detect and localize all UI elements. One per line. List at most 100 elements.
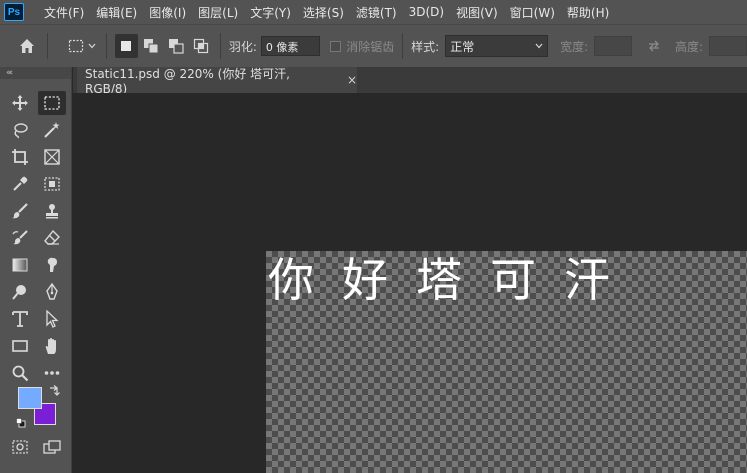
- close-icon[interactable]: ×: [347, 73, 357, 87]
- magic-wand-tool[interactable]: [38, 118, 66, 142]
- brush-icon: [12, 203, 28, 219]
- quick-mask-button[interactable]: [6, 435, 34, 459]
- document-canvas[interactable]: 你好塔可汗: [266, 251, 747, 473]
- lasso-icon: [14, 123, 28, 139]
- foreground-color-swatch[interactable]: [18, 387, 42, 409]
- eyedropper-tool[interactable]: [6, 172, 34, 196]
- text-layer-content[interactable]: 你好塔可汗: [268, 251, 638, 309]
- crop-tool[interactable]: [6, 145, 34, 169]
- dodge-icon: [12, 285, 26, 300]
- object-selection-tool[interactable]: [38, 172, 66, 196]
- clone-stamp-tool[interactable]: [38, 199, 66, 223]
- menu-3d[interactable]: 3D(D): [409, 5, 444, 19]
- antialias-option[interactable]: 消除锯齿: [330, 38, 394, 55]
- style-label: 样式:: [411, 39, 440, 54]
- ellipsis-icon: [44, 371, 60, 375]
- smudge-tool[interactable]: [38, 253, 66, 277]
- history-brush-tool[interactable]: [6, 226, 34, 250]
- screen-mode-button[interactable]: [38, 435, 66, 459]
- screen-mode-icon: [43, 440, 61, 454]
- history-brush-icon: [12, 230, 28, 245]
- separator: [219, 33, 221, 59]
- chevron-down-icon: [88, 43, 96, 49]
- arrow-cursor-icon: [46, 310, 59, 328]
- hand-icon: [45, 338, 56, 354]
- add-to-selection-button[interactable]: [140, 34, 163, 58]
- subtract-selection-icon: [168, 39, 184, 54]
- separator: [402, 33, 404, 59]
- document-tab[interactable]: Static11.psd @ 220% (你好 塔可汗, RGB/8) ×: [77, 66, 357, 96]
- subtract-from-selection-button[interactable]: [164, 34, 187, 58]
- style-select[interactable]: 正常: [445, 35, 549, 57]
- eraser-tool[interactable]: [38, 226, 66, 250]
- home-icon[interactable]: [16, 34, 39, 58]
- pen-icon: [46, 283, 58, 300]
- type-icon: [12, 311, 28, 327]
- rectangular-marquee-tool[interactable]: [38, 91, 66, 115]
- menu-select[interactable]: 选择(S): [303, 4, 344, 21]
- tools-panel: «‹: [0, 67, 72, 473]
- rectangle-tool[interactable]: [6, 334, 34, 358]
- antialias-checkbox[interactable]: [330, 40, 342, 52]
- eraser-icon: [44, 229, 60, 245]
- path-selection-tool[interactable]: [38, 307, 66, 331]
- smudge-icon: [47, 257, 57, 272]
- object-selection-icon: [44, 177, 60, 191]
- lasso-tool[interactable]: [6, 118, 34, 142]
- menu-type[interactable]: 文字(Y): [250, 4, 291, 21]
- menu-edit[interactable]: 编辑(E): [96, 4, 137, 21]
- stamp-icon: [46, 204, 58, 219]
- menu-file[interactable]: 文件(F): [44, 4, 84, 21]
- tool-preset-picker[interactable]: [66, 34, 98, 58]
- menu-bar: Ps 文件(F) 编辑(E) 图像(I) 图层(L) 文字(Y) 选择(S) 滤…: [0, 0, 747, 24]
- frame-tool[interactable]: [38, 145, 66, 169]
- swap-dimensions-icon[interactable]: [642, 40, 665, 52]
- zoom-icon: [12, 365, 29, 382]
- canvas-workspace[interactable]: 你好塔可汗: [73, 93, 747, 473]
- separator: [46, 33, 48, 59]
- switch-colors-icon[interactable]: [48, 385, 60, 397]
- quick-mask-icon: [12, 440, 28, 454]
- menu-image[interactable]: 图像(I): [149, 4, 186, 21]
- chevron-down-icon: [535, 43, 543, 49]
- separator: [105, 33, 107, 59]
- type-tool[interactable]: [6, 307, 34, 331]
- menu-layer[interactable]: 图层(L): [198, 4, 238, 21]
- zoom-tool[interactable]: [6, 361, 34, 385]
- hand-tool[interactable]: [38, 334, 66, 358]
- default-colors-icon[interactable]: [16, 417, 26, 428]
- menu-window[interactable]: 窗口(W): [510, 4, 555, 21]
- photoshop-logo[interactable]: Ps: [4, 3, 24, 21]
- intersect-selection-button[interactable]: [189, 34, 212, 58]
- feather-input[interactable]: 0 像素: [260, 36, 321, 56]
- intersect-selection-icon: [193, 38, 208, 54]
- crop-icon: [12, 149, 28, 165]
- menu-filter[interactable]: 滤镜(T): [356, 4, 397, 21]
- menu-help[interactable]: 帮助(H): [567, 4, 609, 21]
- document-tab-title: Static11.psd @ 220% (你好 塔可汗, RGB/8): [85, 66, 290, 96]
- height-input[interactable]: [708, 36, 747, 56]
- dodge-tool[interactable]: [6, 280, 34, 304]
- width-label: 宽度:: [560, 39, 589, 54]
- more-tools-button[interactable]: [38, 361, 66, 385]
- brush-tool[interactable]: [6, 199, 34, 223]
- collapse-panel-icon[interactable]: «‹: [0, 67, 71, 79]
- move-tool[interactable]: [6, 91, 34, 115]
- new-selection-icon: [121, 41, 132, 51]
- style-value: 正常: [450, 39, 475, 54]
- feather-label: 羽化:: [228, 39, 257, 54]
- color-swatches: [16, 385, 66, 431]
- document-tab-bar: Static11.psd @ 220% (你好 塔可汗, RGB/8) ×: [73, 66, 747, 96]
- height-label: 高度:: [674, 39, 703, 54]
- move-icon: [12, 95, 28, 111]
- new-selection-button[interactable]: [114, 34, 138, 58]
- menu-view[interactable]: 视图(V): [456, 4, 498, 21]
- rectangle-icon: [12, 340, 28, 352]
- width-input[interactable]: [594, 36, 633, 56]
- gradient-tool[interactable]: [6, 253, 34, 277]
- magic-wand-icon: [44, 122, 60, 138]
- frame-icon: [44, 149, 60, 165]
- pen-tool[interactable]: [38, 280, 66, 304]
- options-bar: 羽化: 0 像素 消除锯齿 样式: 正常 宽度: 高度:: [0, 24, 747, 67]
- rect-marquee-icon: [44, 96, 60, 110]
